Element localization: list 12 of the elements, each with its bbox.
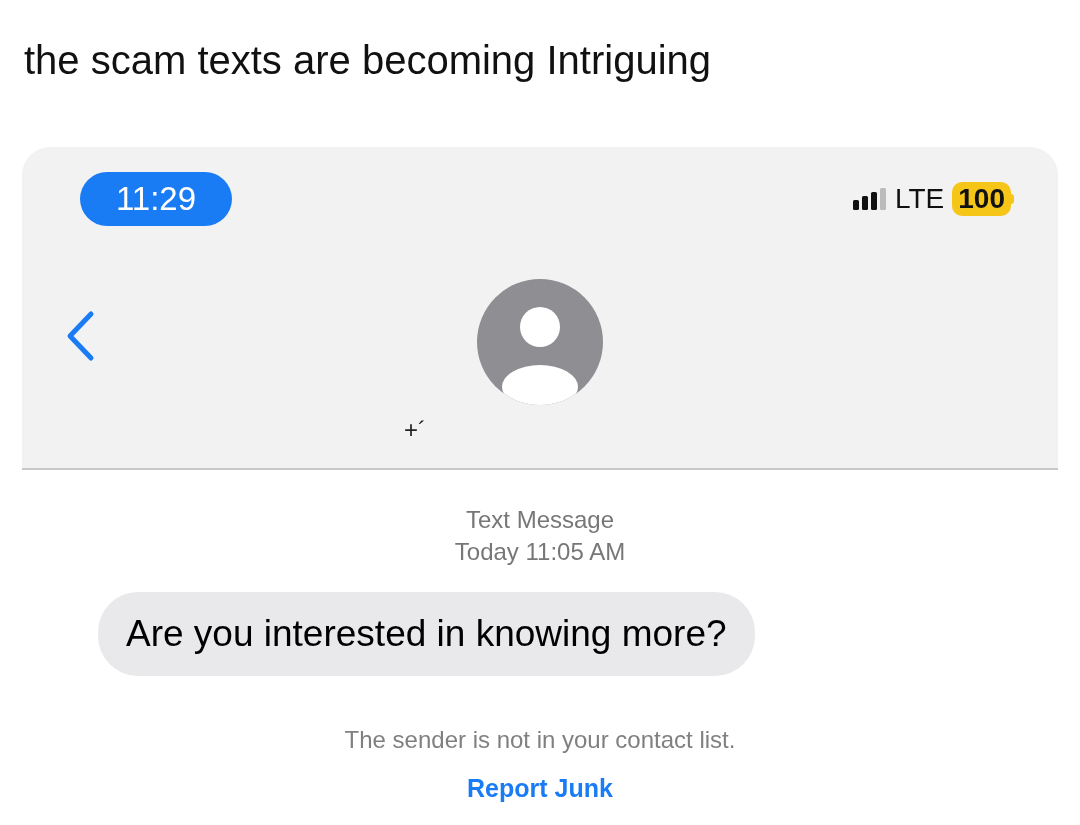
sender-notice: The sender is not in your contact list. <box>344 725 736 755</box>
contact-number: +´ <box>404 415 426 445</box>
service-label: Text Message <box>465 505 615 535</box>
time-pill: 11:29 <box>80 172 232 226</box>
battery-indicator: 100 <box>952 182 1014 216</box>
signal-icon <box>853 188 887 210</box>
network-label: LTE <box>895 182 945 216</box>
message-bubble: Are you interested in knowing more? <box>98 592 755 676</box>
post-caption: the scam texts are becoming Intriguing <box>24 37 712 84</box>
avatar-icon <box>477 279 603 405</box>
message-timestamp: Today 11:05 AM <box>454 537 626 567</box>
report-junk-link[interactable]: Report Junk <box>467 770 613 808</box>
